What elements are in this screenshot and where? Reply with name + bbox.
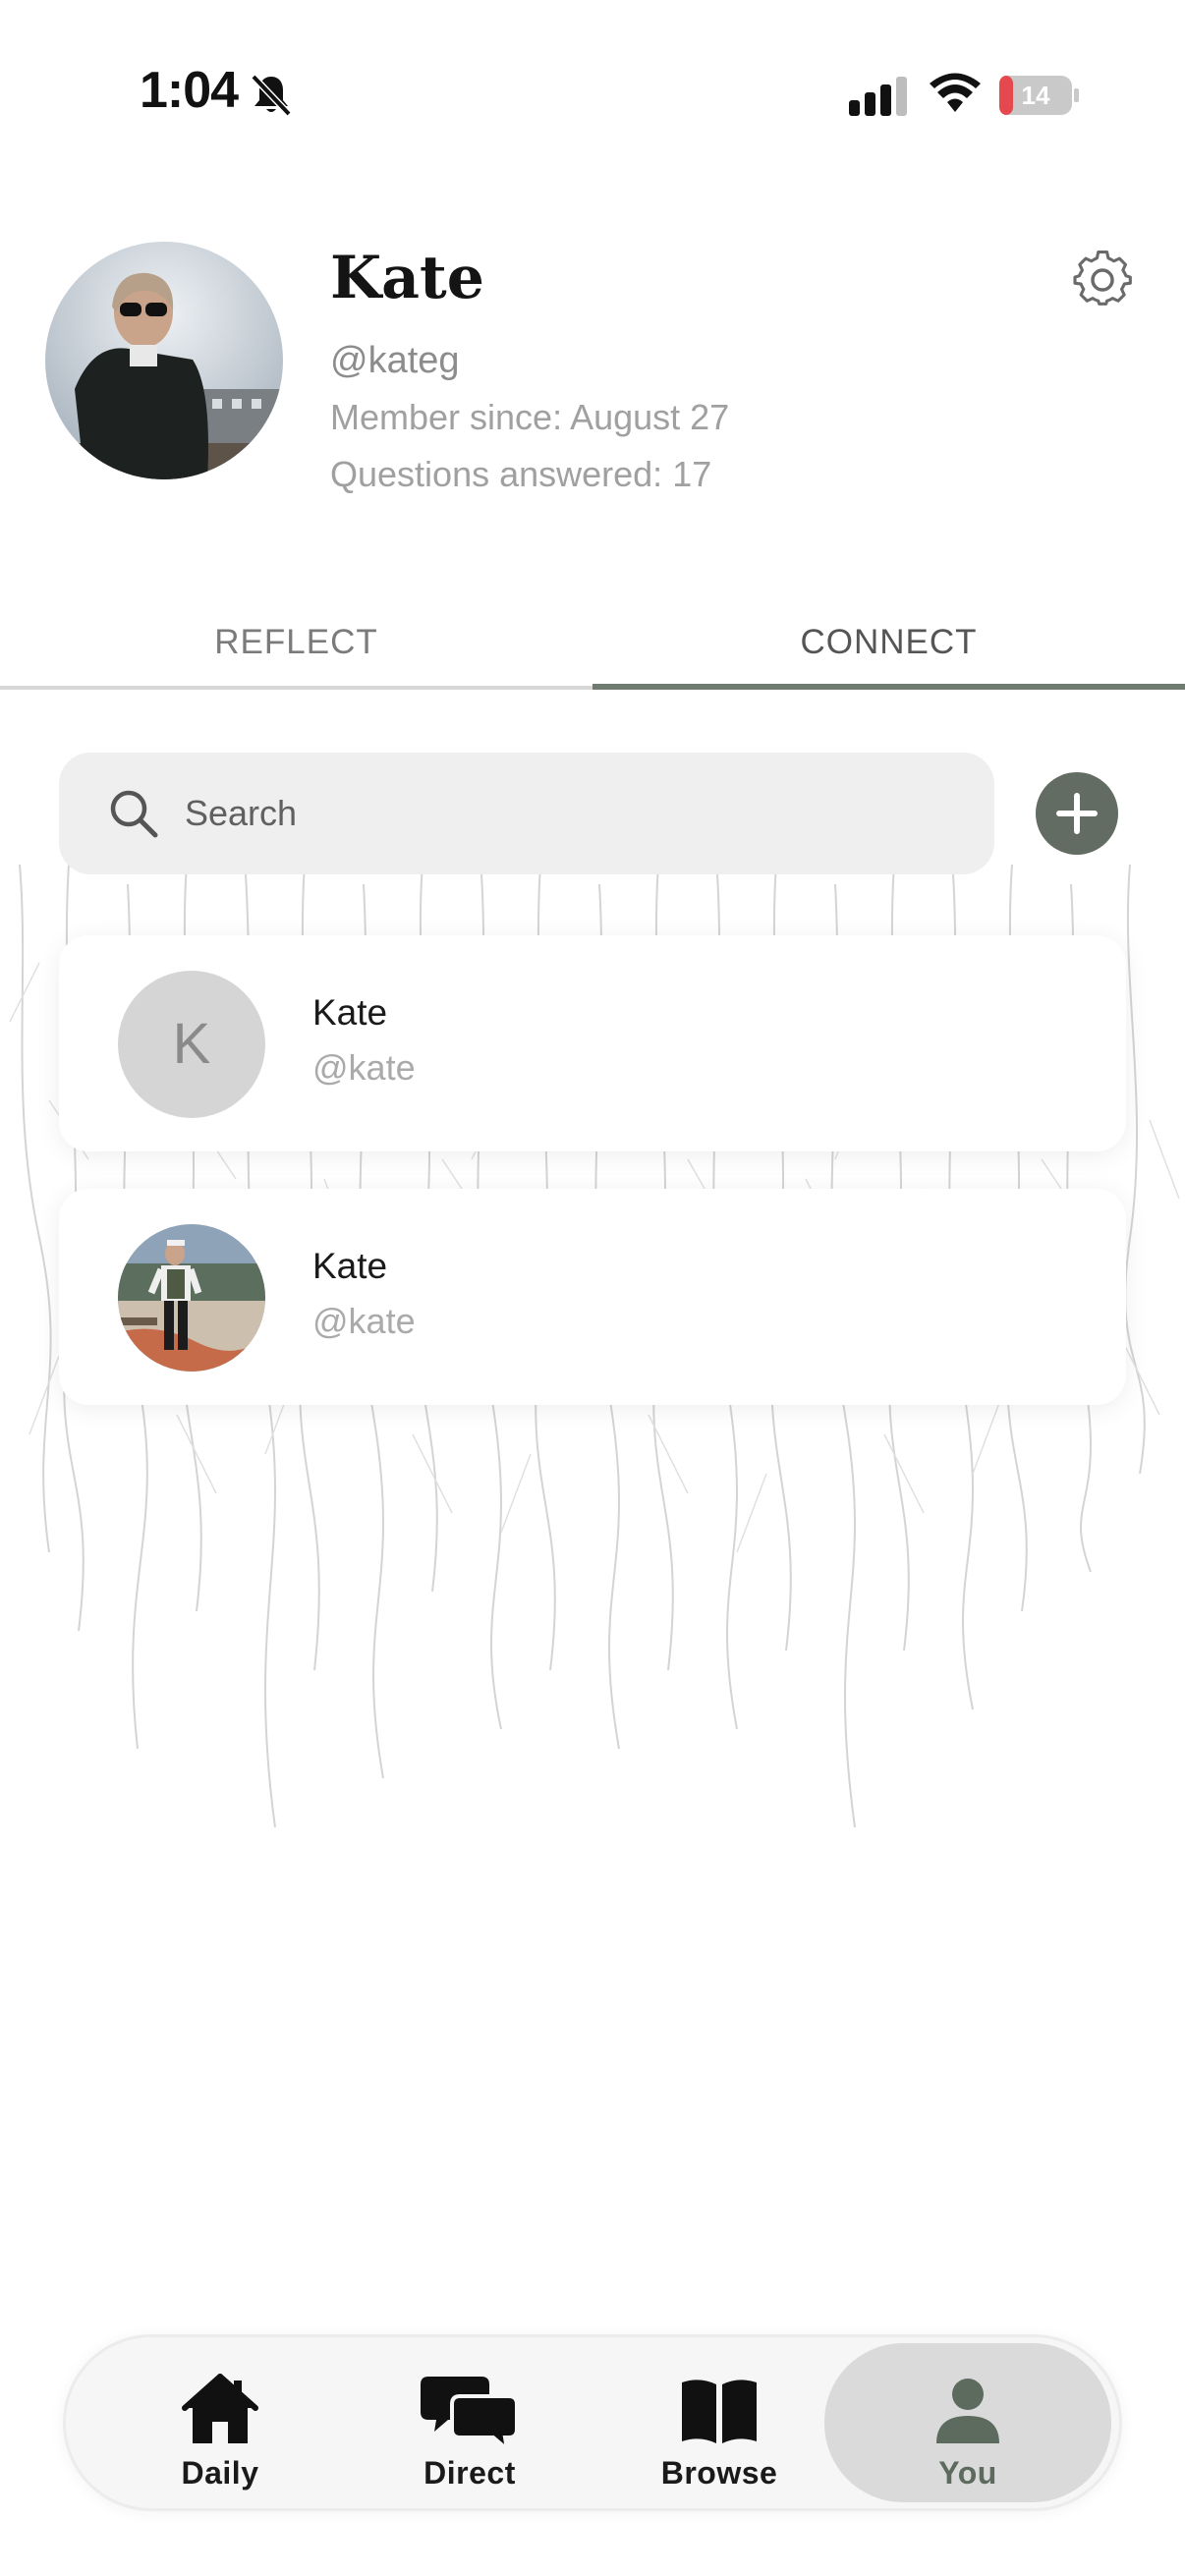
wifi-icon [930,73,981,112]
nav-label: Browse [660,2455,778,2491]
search-input[interactable] [185,782,951,845]
nav-label: You [938,2455,997,2491]
profile-handle: @kateg [330,340,460,381]
connection-handle: @kate [312,1301,416,1341]
battery-level: 14 [1022,81,1050,110]
connection-card[interactable]: K Kate @kate [59,935,1126,1151]
connection-name: Kate [312,992,388,1033]
tab-connect[interactable]: CONNECT [592,609,1185,688]
tab-reflect[interactable]: REFLECT [0,609,592,688]
status-time: 1:04 [140,62,239,119]
profile-name: Kate [330,244,484,312]
profile-avatar[interactable] [45,242,283,479]
search-icon [110,790,158,838]
nav-direct[interactable]: Direct [347,2343,592,2502]
profile-photo [45,242,283,479]
nav-daily[interactable]: Daily [97,2343,343,2502]
nav-you[interactable]: You [824,2343,1111,2502]
bell-slash-icon [251,74,292,117]
add-connection-button[interactable] [1036,772,1118,855]
active-tab-indicator [592,684,1185,690]
plus-icon [1056,793,1098,834]
profile-header: Kate @kateg Member since: August 27 Ques… [0,226,1185,521]
chat-bubbles-icon [421,2377,519,2449]
gear-icon[interactable] [1071,250,1134,312]
cellular-signal-icon [849,77,907,116]
book-icon [682,2380,757,2443]
home-icon [182,2374,258,2443]
member-since: Member since: August 27 [330,397,730,437]
initial-avatar: K [118,971,265,1118]
bottom-navigation: Daily Direct Browse You [63,2334,1122,2511]
photo-avatar [118,1224,265,1372]
status-bar: 1:04 14 [0,0,1185,187]
nav-label: Daily [181,2455,259,2491]
connection-handle: @kate [312,1047,416,1088]
profile-tabs: REFLECT CONNECT [0,609,1185,692]
questions-answered: Questions answered: 17 [330,454,712,494]
person-icon [936,2379,999,2443]
connection-card[interactable]: Kate @kate [59,1189,1126,1405]
nav-label: Direct [423,2455,516,2491]
battery-icon: 14 [999,76,1079,115]
nav-browse[interactable]: Browse [596,2343,842,2502]
connection-name: Kate [312,1246,388,1286]
search-bar[interactable] [59,753,994,874]
connection-photo [118,1224,265,1372]
